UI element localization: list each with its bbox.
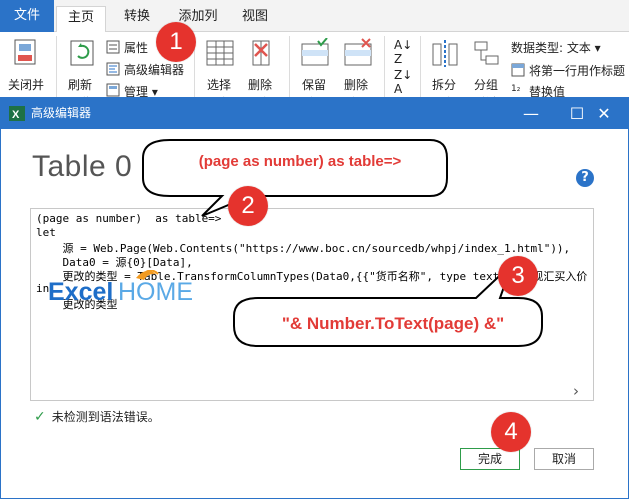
step-badge-2: 2 xyxy=(228,186,268,226)
dialog-title-bar: X 高级编辑器 — ☐ ✕ xyxy=(1,98,628,129)
tab-view[interactable]: 视图 xyxy=(232,6,278,32)
logo-home-text: HOME xyxy=(118,278,193,304)
step-badge-4: 4 xyxy=(491,412,531,452)
choose-columns-button[interactable]: 选择 xyxy=(207,76,231,93)
dialog-title: 高级编辑器 xyxy=(31,106,92,120)
advanced-editor-button[interactable]: 高级编辑器 xyxy=(124,61,184,78)
remove-rows-button[interactable]: 删除 xyxy=(344,76,368,93)
minimize-button[interactable]: — xyxy=(508,98,554,129)
syntax-status-text: 未检测到语法错误。 xyxy=(51,410,160,424)
syntax-status: ✓ 未检测到语法错误。 xyxy=(34,408,160,425)
refresh-preview-button[interactable]: 刷新 xyxy=(68,76,92,93)
remove-columns-icon xyxy=(252,40,270,66)
properties-button[interactable]: 属性 xyxy=(124,39,148,56)
tab-home[interactable]: 主页 xyxy=(56,6,106,33)
tab-transform[interactable]: 转换 xyxy=(112,6,162,32)
callout-1-text: (page as number) as table=> xyxy=(198,153,402,170)
keep-rows-button[interactable]: 保留 xyxy=(302,76,326,93)
remove-rows-icon xyxy=(344,38,372,66)
close-button[interactable]: ✕ xyxy=(581,98,627,129)
sort-ascending-icon[interactable]: A↓ Z xyxy=(394,38,412,66)
group-by-icon xyxy=(474,41,499,65)
advanced-editor-icon xyxy=(106,62,120,76)
logo-excel-text: Excel xyxy=(48,278,113,304)
query-name: Table 0 xyxy=(32,150,133,183)
manage-icon xyxy=(106,83,120,97)
callout-2-text: "& Number.ToText(page) &" xyxy=(281,314,505,333)
ribbon: 关闭并 刷新 预览 属性 高级编辑器 管理 ▾ 选择 列 删除 列 xyxy=(0,32,629,110)
ribbon-tab-bar: 文件 主页 转换 添加列 视图 xyxy=(0,0,629,33)
use-first-row-button[interactable]: 将第一行用作标题 xyxy=(529,62,625,79)
close-apply-icon xyxy=(14,39,36,65)
svg-text:X: X xyxy=(12,109,20,121)
sort-descending-icon[interactable]: Z↓ A xyxy=(394,68,412,96)
remove-columns-button[interactable]: 删除 xyxy=(248,76,272,93)
checkmark-icon: ✓ xyxy=(34,409,46,425)
help-icon[interactable]: ? xyxy=(576,169,594,187)
excel-app-icon: X xyxy=(9,106,25,121)
use-first-row-icon xyxy=(511,63,525,77)
group-by-button[interactable]: 分组 xyxy=(474,76,498,93)
replace-values-icon: 1₂ xyxy=(511,84,521,94)
excelhome-logo: Excel HOME xyxy=(48,270,193,304)
close-apply-button[interactable]: 关闭并 xyxy=(8,76,44,93)
data-type-dropdown[interactable]: 数据类型: 文本 ▾ xyxy=(511,39,601,56)
split-column-icon xyxy=(432,40,458,67)
cancel-button[interactable]: 取消 xyxy=(534,448,594,470)
keep-rows-icon xyxy=(301,38,329,66)
split-column-button[interactable]: 拆分 xyxy=(432,76,456,93)
properties-icon xyxy=(106,40,120,54)
power-query-window: 文件 主页 转换 添加列 视图 关闭并 刷新 预览 属性 高级编辑器 管理 ▾ xyxy=(0,0,629,499)
refresh-preview-icon xyxy=(70,40,94,66)
step-badge-1: 1 xyxy=(156,22,196,62)
code-line: let xyxy=(36,226,56,239)
choose-columns-icon xyxy=(206,40,234,66)
scroll-right-icon[interactable]: › xyxy=(573,382,579,400)
horizontal-scrollbar[interactable]: › xyxy=(31,382,593,400)
tab-file[interactable]: 文件 xyxy=(0,0,54,32)
callout-1-shape xyxy=(142,139,448,217)
step-badge-3: 3 xyxy=(498,256,538,296)
